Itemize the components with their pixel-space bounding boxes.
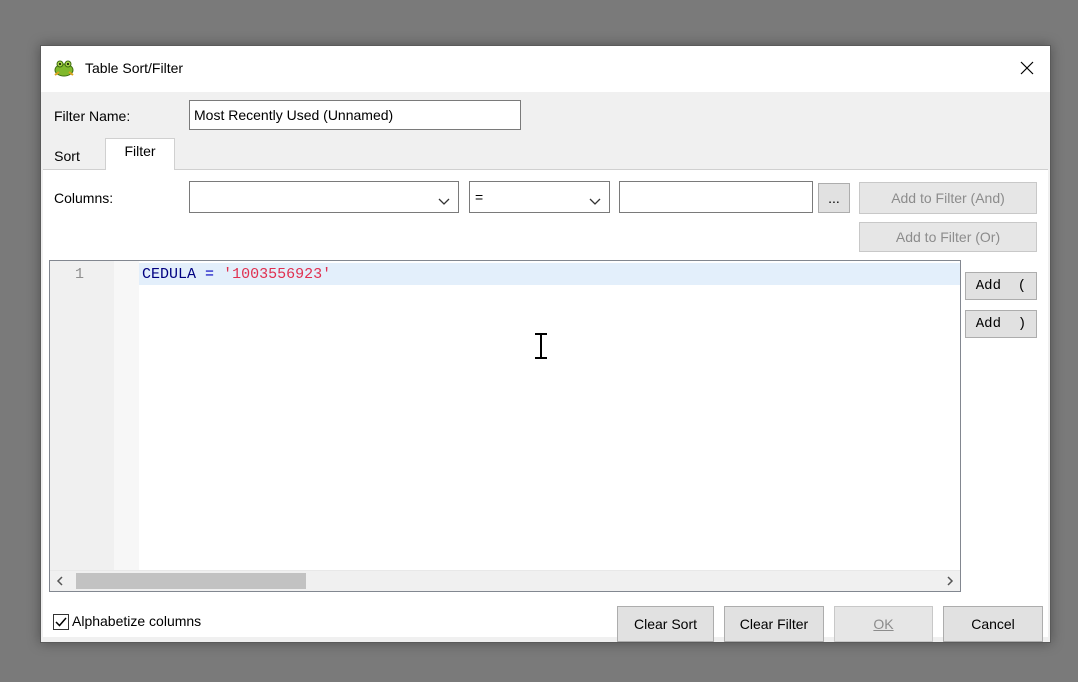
filter-name-input[interactable] <box>189 100 521 130</box>
chevron-down-icon <box>438 193 450 209</box>
columns-label: Columns: <box>54 190 114 206</box>
clear-sort-button[interactable]: Clear Sort <box>617 606 714 642</box>
add-close-paren-button[interactable]: Add ) <box>965 310 1037 338</box>
editor-fold-margin <box>114 261 139 571</box>
code-line: CEDULA = '1003556923' <box>142 266 331 283</box>
chevron-down-icon <box>589 193 601 209</box>
alphabetize-columns-label: Alphabetize columns <box>72 613 202 629</box>
code-operator: = <box>205 266 215 283</box>
tab-filter[interactable]: Filter <box>105 138 175 170</box>
close-button[interactable] <box>1004 46 1050 92</box>
table-sort-filter-dialog: Table Sort/Filter Filter Name: Sort Filt… <box>40 45 1051 643</box>
operator-select-value: = <box>475 189 484 205</box>
filter-name-label: Filter Name: <box>54 108 131 124</box>
ok-button[interactable]: OK <box>834 606 933 642</box>
filter-value-input[interactable] <box>619 181 813 213</box>
ok-button-label: OK <box>873 616 894 632</box>
scroll-right-arrow-icon[interactable] <box>940 571 960 591</box>
filter-tab-panel: Columns: = ... Add to Filter (And) Add t… <box>43 169 1048 637</box>
line-number: 1 <box>74 266 84 283</box>
tab-sort[interactable]: Sort <box>45 142 89 168</box>
filter-sql-editor[interactable]: 1 CEDULA = '1003556923' <box>49 260 961 592</box>
scrollbar-thumb[interactable] <box>76 573 306 589</box>
title-bar: Table Sort/Filter <box>41 46 1050 92</box>
text-cursor-icon <box>532 331 550 363</box>
close-icon <box>1020 61 1034 78</box>
clear-filter-button[interactable]: Clear Filter <box>724 606 824 642</box>
horizontal-scrollbar[interactable] <box>50 570 960 591</box>
column-select[interactable] <box>189 181 459 213</box>
alphabetize-columns-checkbox[interactable] <box>53 614 69 630</box>
operator-select[interactable]: = <box>469 181 610 213</box>
scroll-left-arrow-icon[interactable] <box>50 571 70 591</box>
add-open-paren-button[interactable]: Add ( <box>965 272 1037 300</box>
code-string-literal: '1003556923' <box>223 266 332 283</box>
editor-gutter <box>50 261 114 571</box>
add-to-filter-or-button[interactable]: Add to Filter (Or) <box>859 222 1037 252</box>
frog-icon <box>53 59 75 77</box>
code-identifier: CEDULA <box>142 266 197 283</box>
cancel-button[interactable]: Cancel <box>943 606 1043 642</box>
add-to-filter-and-button[interactable]: Add to Filter (And) <box>859 182 1037 214</box>
ellipsis-button[interactable]: ... <box>818 183 850 213</box>
dialog-title: Table Sort/Filter <box>85 60 184 76</box>
